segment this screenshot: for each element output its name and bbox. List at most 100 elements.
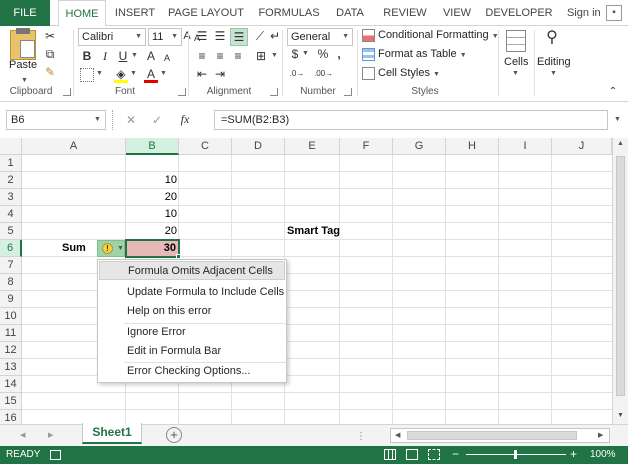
column-header-d[interactable]: D [232, 138, 285, 155]
sign-in-link[interactable]: Sign in [567, 0, 601, 26]
collapse-ribbon-icon[interactable]: ⌃ [606, 84, 620, 100]
row-header-12[interactable]: 12 [0, 342, 22, 359]
column-header-i[interactable]: I [499, 138, 552, 155]
zoom-level[interactable]: 100% [590, 449, 616, 460]
increase-indent-icon[interactable]: ⇥ [212, 66, 228, 82]
zoom-out-button[interactable]: − [452, 447, 459, 461]
row-header-4[interactable]: 4 [0, 206, 22, 223]
tab-insert[interactable]: INSERT [110, 0, 160, 26]
align-center-icon[interactable]: ≡ [212, 48, 228, 64]
name-box-dropdown-icon[interactable]: ▼ [94, 116, 101, 123]
formula-input[interactable]: =SUM(B2:B3) [214, 110, 608, 130]
underline-button[interactable]: U [116, 48, 130, 64]
font-name-input[interactable]: Calibri ▼ [78, 28, 146, 46]
horizontal-scrollbar[interactable]: ◀ ▶ [390, 428, 610, 443]
scroll-up-icon[interactable]: ▲ [617, 140, 624, 147]
column-header-e[interactable]: E [285, 138, 340, 155]
column-header-c[interactable]: C [179, 138, 232, 155]
row-header-6[interactable]: 6 [0, 240, 22, 257]
tab-page-layout[interactable]: PAGE LAYOUT [166, 0, 246, 26]
currency-dropdown-icon[interactable]: ▼ [302, 50, 309, 57]
menu-item-update-formula[interactable]: Update Formula to Include Cells [99, 283, 285, 302]
row-header-7[interactable]: 7 [0, 257, 22, 274]
top-align-icon[interactable]: ☰ [194, 28, 210, 44]
font-launcher-icon[interactable] [178, 88, 186, 96]
cut-icon[interactable]: ✂ [42, 28, 58, 44]
cancel-icon[interactable]: ✕ [124, 112, 138, 128]
insert-function-button[interactable]: fx [176, 111, 194, 127]
cells-icon[interactable] [506, 30, 526, 52]
row-header-9[interactable]: 9 [0, 291, 22, 308]
scroll-left-icon[interactable]: ◀ [395, 431, 400, 439]
merge-center-icon[interactable]: ⊞ [252, 48, 270, 64]
sheet-next-icon[interactable]: ▶ [48, 431, 53, 439]
percent-button[interactable]: % [316, 46, 330, 62]
ribbon-display-options-icon[interactable]: ▪ [606, 5, 622, 21]
increase-decimal-icon[interactable]: .0→ [289, 66, 305, 82]
column-header-a[interactable]: A [22, 138, 126, 155]
merge-dropdown-icon[interactable]: ▼ [271, 52, 278, 59]
copy-icon[interactable]: ⧉ [42, 46, 58, 62]
row-header-5[interactable]: 5 [0, 223, 22, 240]
tab-home[interactable]: HOME [58, 0, 106, 27]
fill-color-dropdown-icon[interactable]: ▼ [130, 70, 137, 77]
bold-button[interactable]: B [80, 48, 94, 64]
tab-split-handle[interactable]: ⋮ [356, 431, 366, 442]
cell-b5[interactable]: 20 [126, 223, 177, 239]
bottom-align-icon[interactable]: ☰ [230, 28, 248, 46]
conditional-formatting-button[interactable]: Conditional Formatting ▼ [378, 27, 499, 45]
sheet-prev-icon[interactable]: ◀ [20, 431, 25, 439]
add-sheet-button[interactable]: + [166, 427, 182, 443]
clipboard-launcher-icon[interactable] [63, 88, 71, 96]
row-header-11[interactable]: 11 [0, 325, 22, 342]
zoom-in-button[interactable]: + [570, 447, 577, 461]
decrease-font-icon[interactable]: A [160, 50, 174, 66]
row-header-16[interactable]: 16 [0, 410, 22, 424]
menu-item-help[interactable]: Help on this error [99, 302, 285, 321]
borders-dropdown-icon[interactable]: ▼ [96, 70, 103, 77]
sheet-tab-sheet1[interactable]: Sheet1 [82, 423, 142, 444]
editing-dropdown-icon[interactable]: ▼ [550, 70, 557, 77]
horizontal-scroll-thumb[interactable] [407, 431, 577, 440]
worksheet-grid[interactable]: A B C D E F G H I J 1 2 3 4 5 6 7 8 9 10… [0, 138, 612, 424]
row-header-10[interactable]: 10 [0, 308, 22, 325]
orientation-icon[interactable]: ⟋ [252, 28, 268, 44]
row-header-14[interactable]: 14 [0, 376, 22, 393]
paste-icon[interactable] [10, 28, 36, 60]
smart-tag-button[interactable]: ! ▼ [97, 240, 125, 257]
name-box[interactable]: B6 [6, 110, 106, 130]
number-format-select[interactable]: General ▼ [287, 28, 353, 46]
cell-a6[interactable]: Sum [62, 240, 102, 256]
format-painter-icon[interactable]: ✎ [42, 64, 58, 80]
row-header-1[interactable]: 1 [0, 155, 22, 172]
italic-button[interactable]: I [98, 48, 112, 64]
tab-data[interactable]: DATA [330, 0, 370, 26]
expand-formula-bar-icon[interactable]: ▼ [614, 116, 621, 123]
tab-developer[interactable]: DEVELOPER [484, 0, 554, 26]
menu-item-ignore-error[interactable]: Ignore Error [99, 323, 285, 342]
page-break-view-icon[interactable] [428, 449, 440, 460]
middle-align-icon[interactable]: ☰ [212, 28, 228, 44]
row-header-3[interactable]: 3 [0, 189, 22, 206]
formula-bar-grip[interactable] [112, 110, 114, 130]
scroll-down-icon[interactable]: ▼ [617, 412, 624, 419]
decrease-decimal-icon[interactable]: .00→ [314, 66, 333, 82]
font-color-dropdown-icon[interactable]: ▼ [160, 70, 167, 77]
row-header-13[interactable]: 13 [0, 359, 22, 376]
column-header-h[interactable]: H [446, 138, 499, 155]
align-right-icon[interactable]: ≡ [230, 48, 246, 64]
column-header-j[interactable]: J [552, 138, 612, 155]
column-header-f[interactable]: F [340, 138, 393, 155]
wrap-text-icon[interactable]: ↵ [268, 28, 282, 44]
enter-icon[interactable]: ✓ [150, 112, 164, 128]
alignment-launcher-icon[interactable] [270, 88, 278, 96]
cell-b2[interactable]: 10 [126, 172, 177, 188]
menu-item-error-options[interactable]: Error Checking Options... [99, 362, 285, 381]
decrease-indent-icon[interactable]: ⇤ [194, 66, 210, 82]
increase-font-icon[interactable]: A [144, 48, 158, 64]
number-launcher-icon[interactable] [344, 88, 352, 96]
cells-dropdown-icon[interactable]: ▼ [512, 70, 519, 77]
zoom-slider-thumb[interactable] [514, 450, 517, 459]
select-all-button[interactable] [0, 138, 22, 155]
format-as-table-button[interactable]: Format as Table ▼ [378, 46, 467, 64]
